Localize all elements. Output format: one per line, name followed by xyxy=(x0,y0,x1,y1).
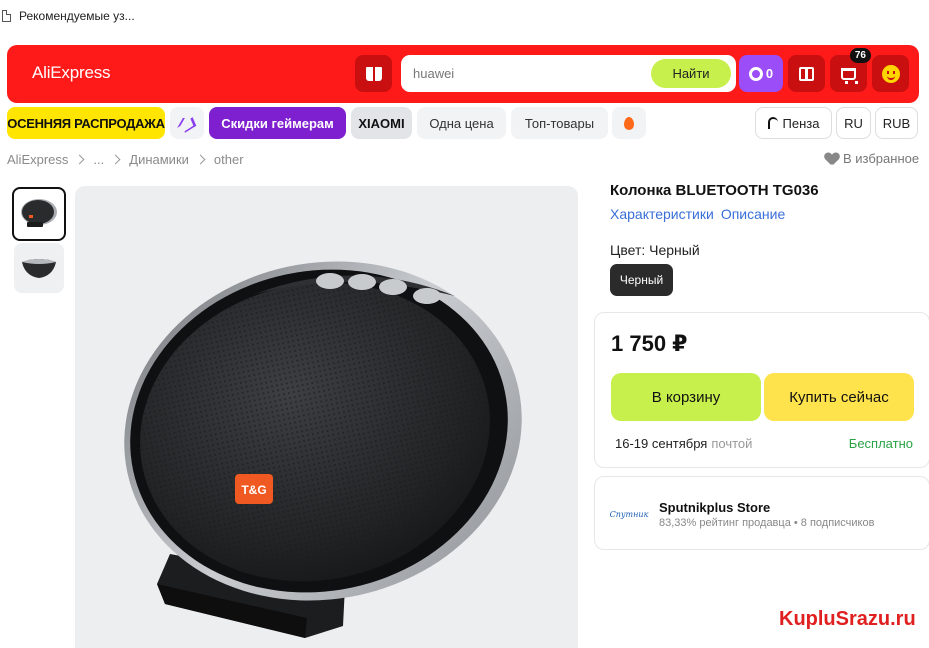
speaker-illustration xyxy=(124,261,522,638)
brand-logo-label: T&G xyxy=(241,483,267,497)
browser-tab[interactable]: Рекомендуемые уз... xyxy=(0,0,929,32)
catalog-book-icon xyxy=(365,66,382,81)
gift-box-icon xyxy=(799,66,814,81)
thumbnail-front[interactable] xyxy=(12,187,66,241)
specs-link[interactable]: Характеристики xyxy=(610,206,714,222)
color-label: Цвет: Черный xyxy=(610,242,700,258)
speaker-side-icon xyxy=(22,259,56,278)
search-button[interactable]: Найти xyxy=(651,59,731,88)
delivery-info: 16-19 сентября почтой xyxy=(615,436,752,451)
breadcrumb-speakers[interactable]: Динамики xyxy=(129,152,189,167)
store-logo: Спутник xyxy=(609,496,649,532)
coins-count: 0 xyxy=(765,66,774,81)
coin-icon xyxy=(748,66,763,81)
currency-selector[interactable]: RUB xyxy=(875,107,918,139)
city-label: Пенза xyxy=(782,115,820,131)
pill-price-drop[interactable] xyxy=(170,107,204,139)
delivery-method: почтой xyxy=(711,436,753,451)
profile-button[interactable] xyxy=(872,55,909,92)
smile-profile-icon xyxy=(881,64,900,83)
language-selector[interactable]: RU xyxy=(836,107,871,139)
description-link[interactable]: Описание xyxy=(721,206,785,222)
location-pin-icon xyxy=(767,117,778,129)
tab-title: Рекомендуемые уз... xyxy=(19,9,135,23)
catalog-button[interactable] xyxy=(355,55,392,92)
cart-count-badge: 76 xyxy=(849,48,871,63)
trend-down-icon xyxy=(177,118,197,128)
price: 1 750 ₽ xyxy=(611,331,688,356)
product-main-image[interactable]: T&G xyxy=(75,186,578,648)
favorite-label: В избранное xyxy=(843,151,920,166)
document-icon xyxy=(2,10,11,22)
site-header: AliExpress Найти 0 76 xyxy=(7,45,919,103)
speaker-thumbnail-icon xyxy=(21,199,57,227)
chevron-right-icon xyxy=(195,154,206,165)
search-bar: Найти xyxy=(401,55,736,92)
breadcrumb: AliExpress ... Динамики other xyxy=(7,152,244,167)
delivery-cost: Бесплатно xyxy=(848,436,913,451)
heart-icon xyxy=(825,153,839,165)
pill-hot[interactable] xyxy=(612,107,646,139)
fire-icon xyxy=(624,116,634,130)
search-input[interactable] xyxy=(413,55,638,92)
thumbnail-side[interactable] xyxy=(14,243,64,293)
pill-top-products[interactable]: Топ-товары xyxy=(511,107,608,139)
aliexpress-logo[interactable]: AliExpress xyxy=(32,63,111,83)
cart-icon xyxy=(841,67,858,84)
chevron-right-icon xyxy=(110,154,121,165)
cart-button[interactable]: 76 xyxy=(830,48,871,92)
add-to-cart-button[interactable]: В корзину xyxy=(611,373,761,421)
store-card[interactable]: Спутник Sputnikplus Store 83,33% рейтинг… xyxy=(594,476,929,550)
breadcrumb-ellipsis[interactable]: ... xyxy=(93,152,104,167)
orders-button[interactable] xyxy=(788,55,825,92)
coins-button[interactable]: 0 xyxy=(739,55,783,92)
delivery-date: 16-19 сентября xyxy=(615,436,708,451)
chevron-right-icon xyxy=(74,154,85,165)
product-links: Характеристики Описание xyxy=(610,206,785,222)
buy-card: 1 750 ₽ В корзину Купить сейчас 16-19 се… xyxy=(594,312,929,468)
pill-autumn-sale[interactable]: ОСЕННЯЯ РАСПРОДАЖА xyxy=(7,107,165,139)
pill-gamers[interactable]: Скидки геймерам xyxy=(209,107,346,139)
product-title: Колонка BLUETOOTH TG036 xyxy=(610,182,819,199)
pill-one-price[interactable]: Одна цена xyxy=(417,107,506,139)
buy-now-button[interactable]: Купить сейчас xyxy=(764,373,914,421)
city-selector[interactable]: Пенза xyxy=(755,107,832,139)
pill-xiaomi[interactable]: XIAOMI xyxy=(351,107,412,139)
watermark: KupluSrazu.ru xyxy=(779,608,916,630)
store-name[interactable]: Sputnikplus Store xyxy=(659,500,770,515)
breadcrumb-home[interactable]: AliExpress xyxy=(7,152,68,167)
color-option-black[interactable]: Черный xyxy=(610,264,673,296)
breadcrumb-other[interactable]: other xyxy=(214,152,244,167)
store-meta: 83,33% рейтинг продавца • 8 подписчиков xyxy=(659,517,875,529)
add-to-favorites[interactable]: В избранное xyxy=(825,151,919,166)
